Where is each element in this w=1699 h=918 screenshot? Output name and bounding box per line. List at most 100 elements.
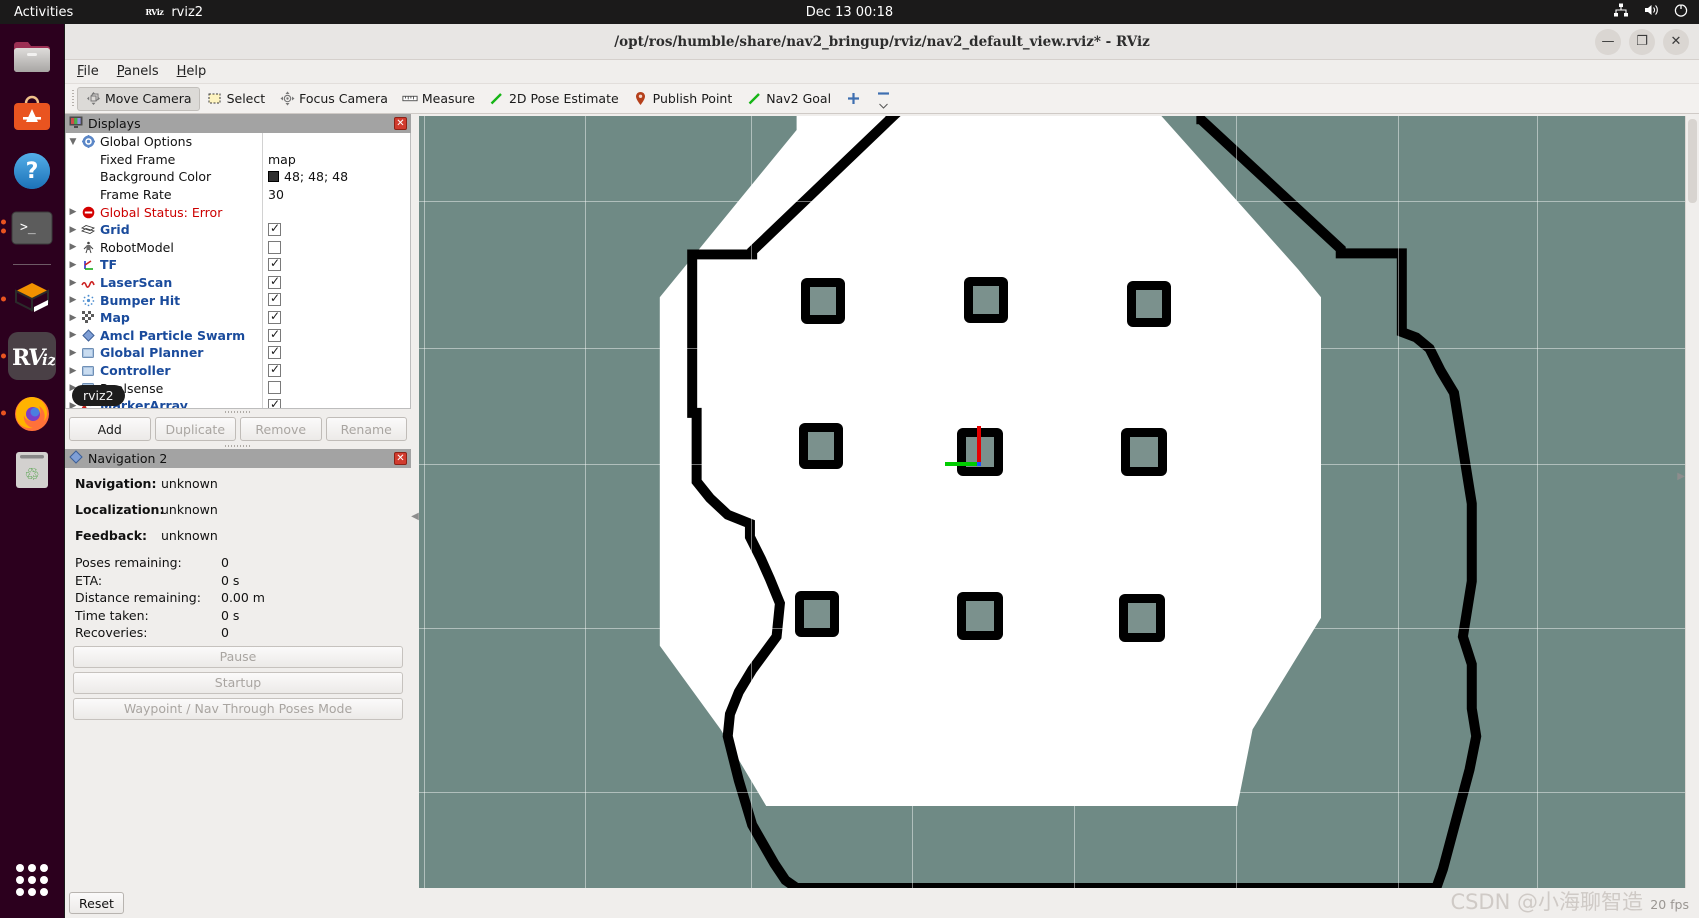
waypoint-mode-button[interactable]: Waypoint / Nav Through Poses Mode bbox=[73, 697, 403, 720]
pause-button[interactable]: Pause bbox=[73, 645, 403, 668]
twisty-right-icon[interactable]: ▶ bbox=[66, 278, 80, 288]
tree-row-global-status[interactable]: ▶ Global Status: Error bbox=[66, 203, 410, 221]
tree-row-map[interactable]: ▶ Map bbox=[66, 309, 410, 327]
color-swatch bbox=[268, 171, 279, 183]
tree-row-background-color[interactable]: Background Color 48; 48; 48 bbox=[66, 168, 410, 186]
close-icon[interactable]: ✕ bbox=[394, 117, 407, 130]
tool-remove[interactable] bbox=[868, 87, 898, 111]
tree-row-global-options[interactable]: ▼ Global Options bbox=[66, 133, 410, 151]
menu-file[interactable]: FFileile bbox=[77, 64, 99, 79]
tool-add[interactable] bbox=[838, 87, 868, 111]
tool-nav2-goal[interactable]: Nav2 Goal bbox=[739, 87, 838, 111]
activities-button[interactable]: Activities bbox=[14, 5, 73, 20]
show-apps-icon[interactable] bbox=[8, 856, 56, 904]
visibility-checkbox[interactable] bbox=[268, 327, 281, 342]
close-icon[interactable]: ✕ bbox=[394, 452, 407, 465]
twisty-right-icon[interactable]: ▶ bbox=[66, 260, 80, 270]
toolbar-grip[interactable] bbox=[69, 88, 77, 110]
twisty-right-icon[interactable]: ▶ bbox=[66, 366, 80, 376]
twisty-right-icon[interactable]: ▶ bbox=[66, 295, 80, 305]
fps-indicator: 20 fps bbox=[1650, 897, 1689, 912]
tree-row-fixed-frame[interactable]: Fixed Frame map bbox=[66, 151, 410, 169]
pane-splitter[interactable]: ◀ bbox=[411, 114, 419, 918]
group-icon bbox=[80, 347, 96, 359]
close-button[interactable]: ✕ bbox=[1663, 28, 1689, 55]
visibility-checkbox[interactable] bbox=[268, 397, 281, 408]
twisty-right-icon[interactable]: ▶ bbox=[66, 313, 80, 323]
tree-row-robotmodel[interactable]: ▶ RobotModel bbox=[66, 239, 410, 257]
collapse-left-icon[interactable]: ◀ bbox=[411, 511, 419, 522]
displays-tree[interactable]: ▼ Global Options Fixed Frame map Backgro… bbox=[65, 133, 411, 409]
visibility-checkbox[interactable] bbox=[268, 274, 281, 289]
tool-move-camera[interactable]: Move Camera bbox=[77, 86, 200, 111]
map-obstacle bbox=[957, 592, 1003, 640]
twisty-right-icon[interactable]: ▶ bbox=[66, 225, 80, 235]
rename-button[interactable]: Rename bbox=[325, 417, 407, 441]
gazebo-icon[interactable] bbox=[1, 275, 56, 323]
minimize-button[interactable]: — bbox=[1595, 28, 1621, 55]
visibility-checkbox[interactable] bbox=[268, 381, 281, 395]
tool-measure[interactable]: Measure bbox=[395, 87, 482, 111]
tree-row-global-planner[interactable]: ▶ Global Planner bbox=[66, 344, 410, 362]
clock[interactable]: Dec 13 00:18 bbox=[806, 5, 893, 20]
remove-button[interactable]: Remove bbox=[240, 417, 322, 441]
grid-line-h bbox=[419, 628, 1685, 629]
tree-row-label: Controller bbox=[100, 363, 171, 379]
app-indicator[interactable]: RViz rviz2 bbox=[145, 5, 203, 20]
twisty-right-icon[interactable]: ▶ bbox=[66, 207, 80, 217]
tree-row-value-wrap[interactable]: 48; 48; 48 bbox=[268, 169, 348, 184]
scrollbar-thumb[interactable] bbox=[1688, 119, 1697, 203]
visibility-checkbox[interactable] bbox=[268, 309, 281, 324]
displays-panel-header: Displays ✕ bbox=[65, 114, 411, 133]
visibility-checkbox[interactable] bbox=[268, 291, 281, 307]
tree-row-value[interactable]: 30 bbox=[268, 187, 284, 202]
render-scrollbar[interactable] bbox=[1685, 116, 1699, 918]
tool-select[interactable]: Select bbox=[200, 87, 273, 111]
terminal-icon[interactable]: >_ bbox=[1, 204, 56, 252]
nav2-icon bbox=[69, 450, 83, 467]
system-tray[interactable] bbox=[1613, 2, 1689, 22]
twisty-down-icon[interactable]: ▼ bbox=[66, 137, 80, 147]
tool-focus-camera[interactable]: Focus Camera bbox=[272, 87, 395, 111]
rviz-window: /opt/ros/humble/share/nav2_bringup/rviz/… bbox=[64, 24, 1699, 918]
files-icon[interactable] bbox=[8, 33, 56, 81]
tree-row-value[interactable]: map bbox=[268, 152, 296, 167]
twisty-right-icon[interactable]: ▶ bbox=[66, 242, 80, 252]
visibility-checkbox[interactable] bbox=[268, 256, 281, 272]
visibility-checkbox[interactable] bbox=[268, 362, 281, 377]
tree-row-bumper-hit[interactable]: ▶ Bumper Hit bbox=[66, 291, 410, 309]
metric-key: Time taken: bbox=[75, 607, 149, 623]
twisty-right-icon[interactable]: ▶ bbox=[66, 348, 80, 358]
visibility-checkbox[interactable] bbox=[268, 240, 281, 254]
tree-row-laserscan[interactable]: ▶ LaserScan bbox=[66, 274, 410, 292]
duplicate-button[interactable]: Duplicate bbox=[154, 417, 236, 441]
trash-icon[interactable]: ♲ bbox=[8, 446, 56, 494]
add-button[interactable]: Add bbox=[69, 417, 151, 441]
watermark-text: CSDN @小海聊智造 bbox=[1450, 890, 1643, 914]
menu-help[interactable]: Help bbox=[177, 64, 207, 79]
collapse-right-icon[interactable]: ▶ bbox=[1677, 471, 1685, 482]
obstacle-core bbox=[808, 432, 834, 460]
tree-row-frame-rate[interactable]: Frame Rate 30 bbox=[66, 186, 410, 204]
tool-2d-pose-estimate[interactable]: 2D Pose Estimate bbox=[482, 87, 626, 111]
window-controls: — ❐ ✕ bbox=[1595, 28, 1689, 55]
rviz-icon[interactable]: R V iz bbox=[1, 332, 56, 380]
tree-row-grid[interactable]: ▶ Grid bbox=[66, 221, 410, 239]
menu-panels[interactable]: Panels bbox=[117, 64, 159, 79]
render-view[interactable]: ▶ bbox=[419, 116, 1685, 888]
tree-row-tf[interactable]: ▶ TF bbox=[66, 256, 410, 274]
firefox-icon[interactable] bbox=[1, 389, 56, 437]
tree-row-amcl-particle-swarm[interactable]: ▶ Amcl Particle Swarm bbox=[66, 327, 410, 345]
map-obstacle bbox=[801, 278, 845, 324]
maximize-button[interactable]: ❐ bbox=[1629, 28, 1655, 55]
power-icon bbox=[1673, 2, 1689, 22]
startup-button[interactable]: Startup bbox=[73, 671, 403, 694]
help-icon[interactable]: ? bbox=[8, 147, 56, 195]
tool-publish-point[interactable]: Publish Point bbox=[626, 87, 740, 111]
twisty-right-icon[interactable]: ▶ bbox=[66, 330, 80, 340]
reset-button[interactable]: Reset bbox=[69, 892, 124, 914]
app-store-icon[interactable] bbox=[8, 90, 56, 138]
visibility-checkbox[interactable] bbox=[268, 221, 281, 236]
tree-row-controller[interactable]: ▶ Controller bbox=[66, 362, 410, 380]
visibility-checkbox[interactable] bbox=[268, 344, 281, 360]
